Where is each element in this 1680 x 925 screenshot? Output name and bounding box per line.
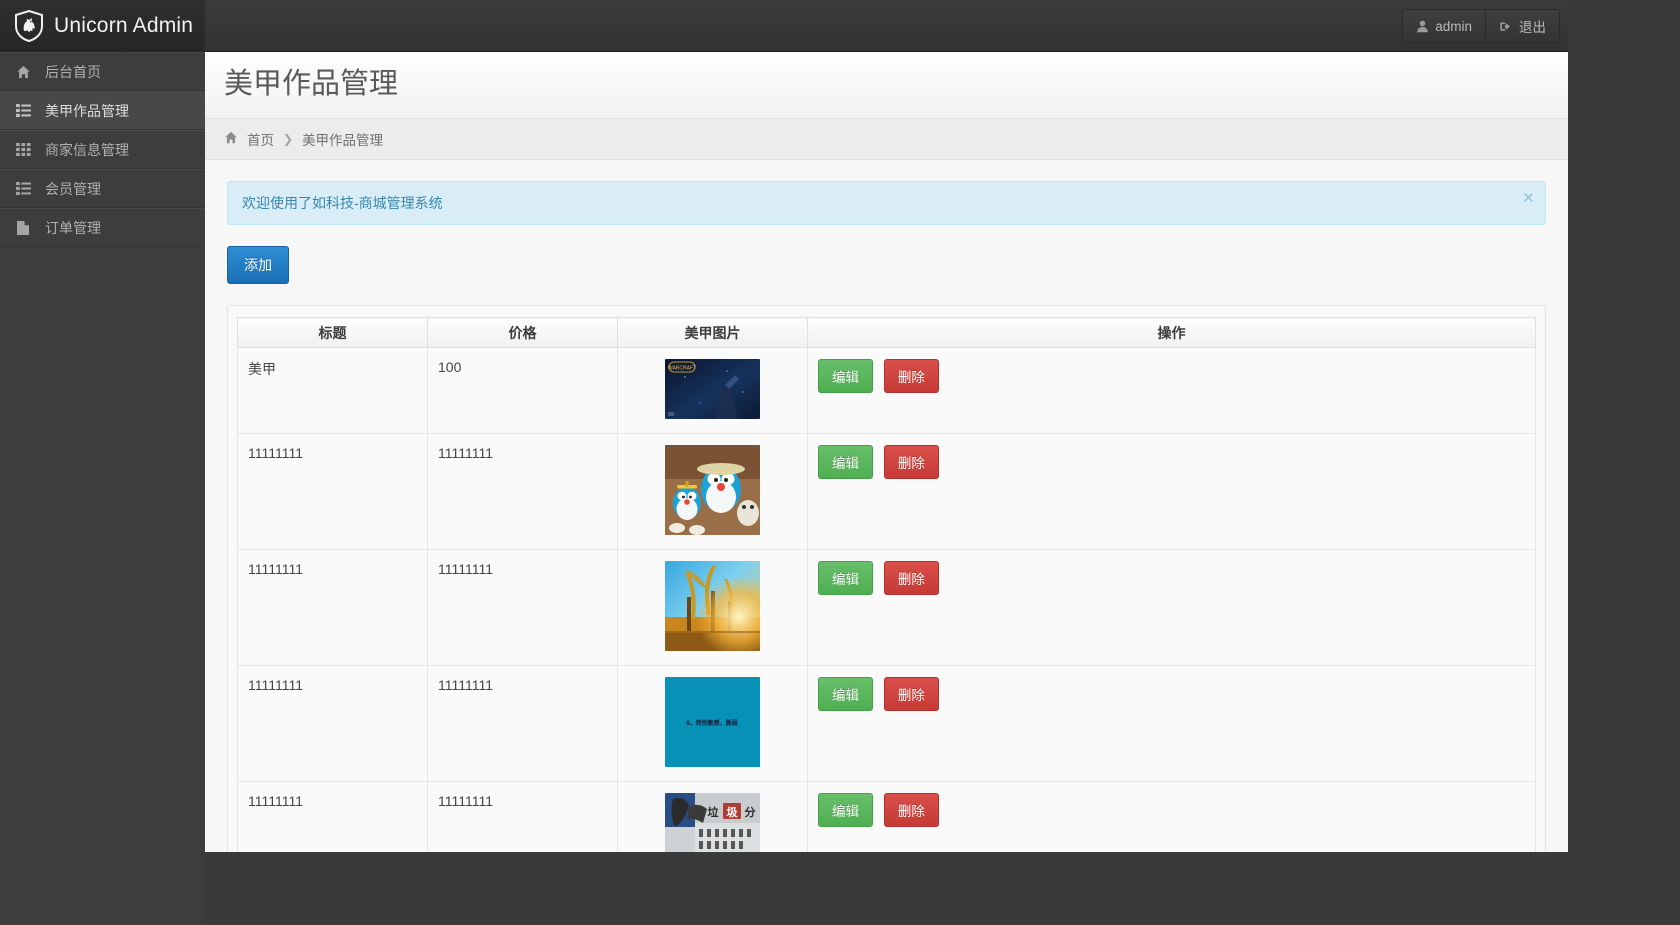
svg-text:圾: 圾 (727, 806, 739, 819)
home-icon (15, 65, 31, 79)
work-thumbnail[interactable] (665, 561, 760, 651)
user-menu-button[interactable]: admin (1402, 9, 1486, 43)
sidebar-item-label: 订单管理 (45, 219, 101, 236)
breadcrumb-current: 美甲作品管理 (302, 133, 384, 148)
table-row: 11111111 11111111 (237, 781, 1536, 852)
sidebar-item-label: 会员管理 (45, 180, 101, 197)
brand[interactable]: Unicorn Admin (0, 0, 205, 52)
user-label: admin (1435, 18, 1472, 34)
add-button[interactable]: 添加 (227, 246, 289, 284)
list-icon (15, 104, 31, 117)
cell-title: 11111111 (237, 781, 428, 852)
logout-label: 退出 (1519, 20, 1546, 35)
delete-button[interactable]: 删除 (883, 677, 939, 711)
alert-message: 欢迎使用了如科技-商城管理系统 (242, 195, 443, 211)
cell-title: 11111111 (237, 665, 428, 782)
page-title: 美甲作品管理 (224, 68, 399, 100)
delete-button[interactable]: 删除 (883, 561, 939, 595)
column-header-price: 价格 (427, 317, 618, 348)
body-area: 欢迎使用了如科技-商城管理系统 × 添加 标题 价格 美甲图片 操作 美甲 10… (205, 160, 1568, 852)
edit-button[interactable]: 编辑 (818, 445, 873, 479)
breadcrumb-home-link[interactable]: 首页 (247, 129, 274, 149)
table-header-row: 标题 价格 美甲图片 操作 (237, 317, 1536, 348)
topbar-actions: admin 退出 (1402, 9, 1560, 43)
edit-button[interactable]: 编辑 (818, 677, 873, 711)
cell-title: 美甲 (237, 347, 428, 434)
table-panel: 标题 价格 美甲图片 操作 美甲 100 WARCRAFT 编辑 删除 1111… (227, 305, 1546, 852)
close-icon[interactable]: × (1523, 189, 1534, 208)
svg-text:垃: 垃 (708, 805, 719, 819)
cell-operations: 编辑 删除 (807, 347, 1536, 434)
edit-button[interactable]: 编辑 (818, 793, 873, 827)
cell-image (617, 433, 808, 550)
column-header-title: 标题 (237, 317, 428, 348)
cell-title: 11111111 (237, 433, 428, 550)
top-navbar: Unicorn Admin admin 退出 (0, 0, 1568, 52)
work-thumbnail[interactable]: 圾 垃 分 (665, 793, 760, 852)
svg-text:WARCRAFT: WARCRAFT (668, 366, 696, 372)
sidebar-item-label: 后台首页 (45, 63, 101, 80)
page-header: 美甲作品管理 (205, 44, 1568, 119)
cell-image: WARCRAFT (617, 347, 808, 434)
cell-operations: 编辑 删除 (807, 781, 1536, 852)
cell-price: 11111111 (427, 665, 618, 782)
work-thumbnail[interactable]: WARCRAFT (665, 359, 760, 419)
svg-text:8、特别敏感，脆弱: 8、特别敏感，脆弱 (686, 719, 737, 727)
cell-image: 8、特别敏感，脆弱 (617, 665, 808, 782)
breadcrumb: 首页 ❯ 美甲作品管理 (205, 119, 1568, 160)
delete-button[interactable]: 删除 (883, 359, 939, 393)
delete-button[interactable]: 删除 (883, 793, 939, 827)
sign-out-icon (1499, 19, 1513, 34)
cell-title: 11111111 (237, 549, 428, 666)
table-row: 11111111 11111111 (237, 549, 1536, 666)
sidebar-item-label: 商家信息管理 (45, 141, 129, 158)
table-row: 美甲 100 WARCRAFT 编辑 删除 (237, 347, 1536, 434)
sidebar-item-orders[interactable]: 订单管理 (0, 208, 205, 247)
edit-button[interactable]: 编辑 (818, 359, 873, 393)
sidebar-item-home[interactable]: 后台首页 (0, 52, 205, 91)
cell-operations: 编辑 删除 (807, 549, 1536, 666)
sidebar-item-label: 美甲作品管理 (45, 102, 129, 119)
cell-operations: 编辑 删除 (807, 433, 1536, 550)
edit-button[interactable]: 编辑 (818, 561, 873, 595)
delete-button[interactable]: 删除 (883, 445, 939, 479)
work-thumbnail[interactable]: 8、特别敏感，脆弱 (665, 677, 760, 767)
table-row: 11111111 11111111 (237, 433, 1536, 550)
content-panel: 美甲作品管理 首页 ❯ 美甲作品管理 欢迎使用了如科技-商城管理系统 × 添加 (205, 44, 1568, 852)
table-row: 11111111 11111111 8、特别敏感，脆弱 编辑 删除 (237, 665, 1536, 782)
column-header-image: 美甲图片 (617, 317, 808, 348)
grid-icon (15, 143, 31, 156)
cell-price: 11111111 (427, 433, 618, 550)
sidebar-item-merchant-info[interactable]: 商家信息管理 (0, 130, 205, 169)
svg-text:分: 分 (745, 805, 756, 819)
cell-image: 圾 垃 分 (617, 781, 808, 852)
logout-button[interactable]: 退出 (1486, 9, 1560, 43)
cell-price: 100 (427, 347, 618, 434)
sidebar: 后台首页 美甲作品管理 商家信息管理 会员管理 订单管理 (0, 52, 212, 925)
sidebar-item-members[interactable]: 会员管理 (0, 169, 205, 208)
unicorn-shield-icon (14, 9, 44, 43)
column-header-operations: 操作 (807, 317, 1536, 348)
work-thumbnail[interactable] (665, 445, 760, 535)
brand-name: Unicorn Admin (54, 14, 194, 37)
file-icon (15, 220, 31, 235)
chevron-right-icon: ❯ (283, 132, 294, 146)
cell-operations: 编辑 删除 (807, 665, 1536, 782)
list-icon (15, 182, 31, 195)
home-icon (224, 131, 238, 147)
cell-price: 11111111 (427, 549, 618, 666)
sidebar-item-nail-works[interactable]: 美甲作品管理 (0, 91, 212, 130)
user-icon (1416, 19, 1429, 34)
app-root: Unicorn Admin admin 退出 后台首页 美甲作品管理 商家信息管… (0, 0, 1680, 925)
welcome-alert: 欢迎使用了如科技-商城管理系统 × (227, 181, 1546, 225)
nail-works-table: 标题 价格 美甲图片 操作 美甲 100 WARCRAFT 编辑 删除 1111… (237, 317, 1536, 852)
cell-image (617, 549, 808, 666)
cell-price: 11111111 (427, 781, 618, 852)
